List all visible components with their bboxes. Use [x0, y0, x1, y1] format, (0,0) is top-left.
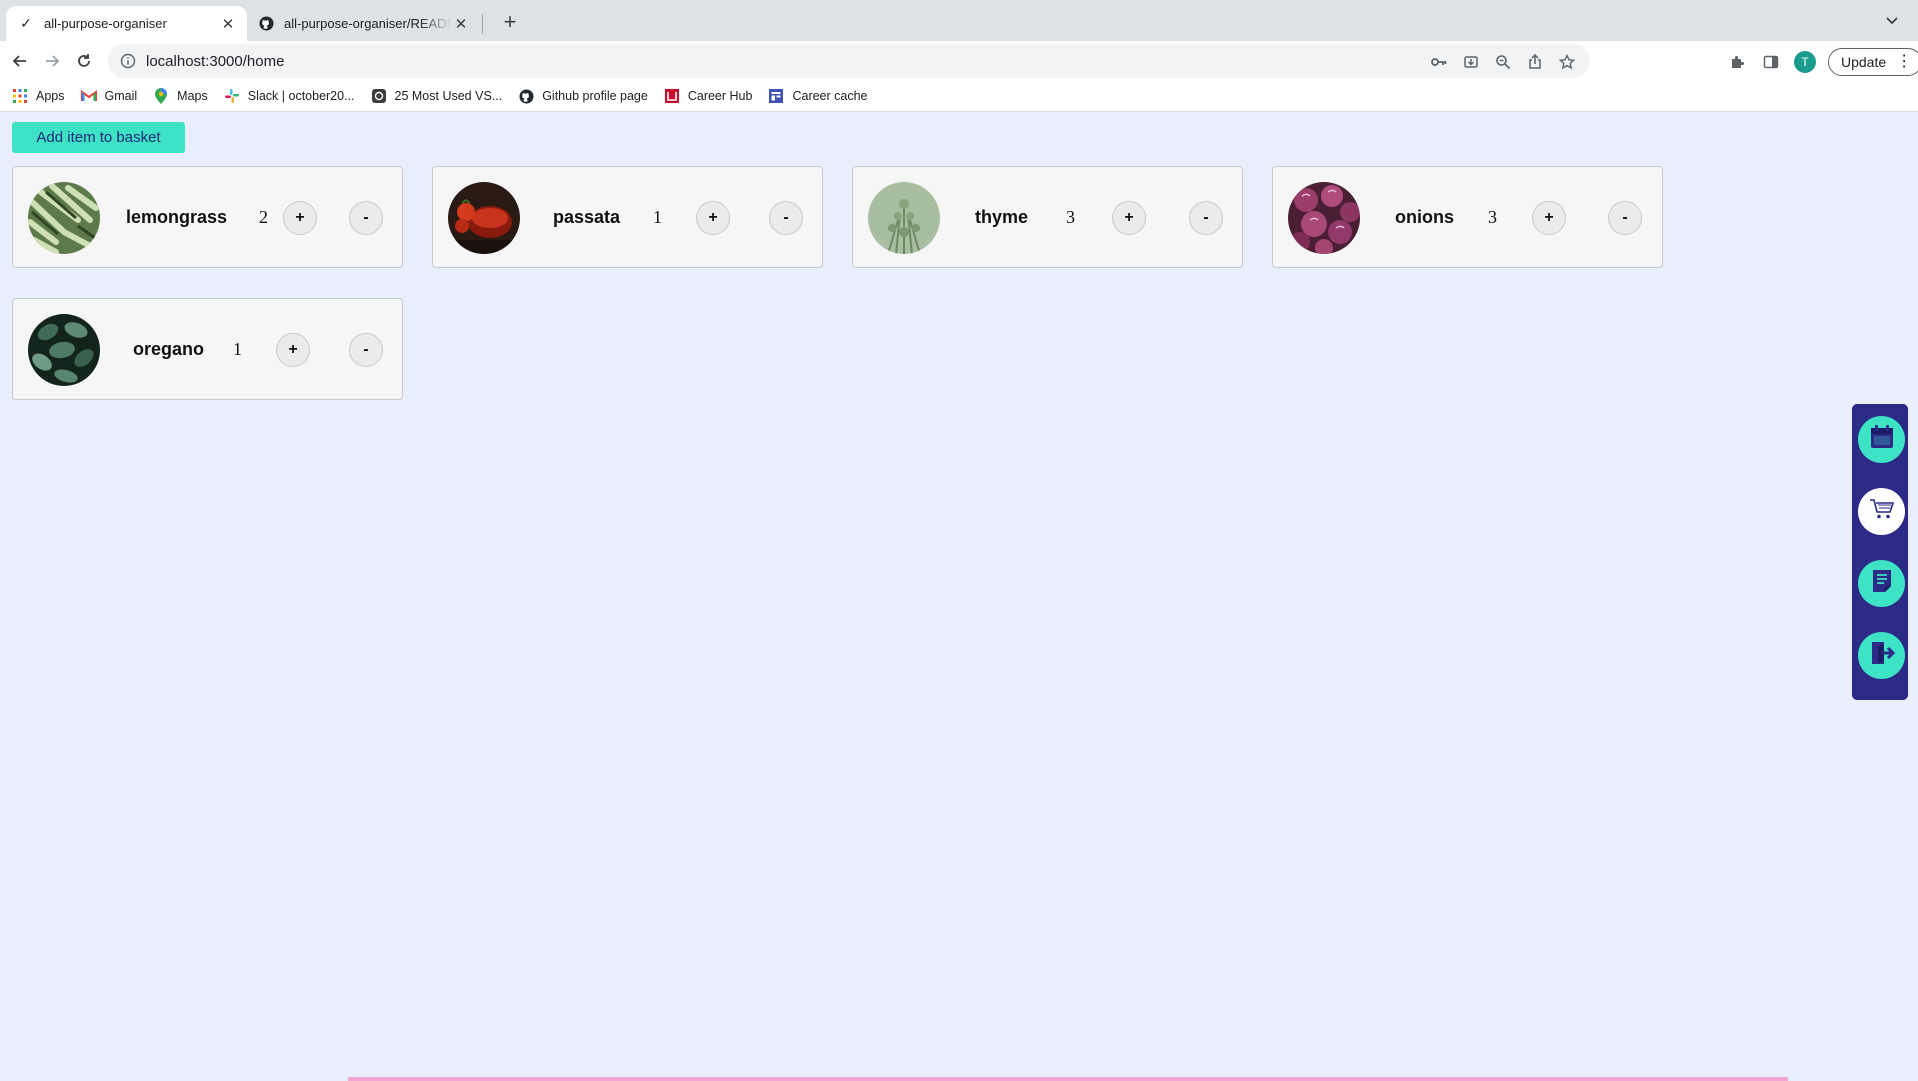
- browser-tab-strip: ✓ all-purpose-organiser ✕ all-purpose-or…: [0, 0, 1918, 41]
- bookmark-gmail[interactable]: Gmail: [80, 88, 138, 104]
- slack-icon: [224, 88, 240, 104]
- item-quantity: 1: [653, 206, 662, 227]
- thyme-photo: [868, 182, 940, 254]
- increase-quantity-button[interactable]: +: [1112, 201, 1146, 235]
- item-name: thyme: [975, 206, 1029, 227]
- tab-title: all-purpose-organiser/README.md: [284, 16, 452, 31]
- bookmark-vs-shortcuts[interactable]: 25 Most Used VS...: [371, 88, 503, 104]
- tab-title: all-purpose-organiser: [44, 16, 167, 31]
- decrease-quantity-button[interactable]: -: [349, 333, 383, 367]
- calendar-nav-button[interactable]: [1858, 416, 1905, 463]
- item-name: lemongrass: [126, 206, 228, 227]
- more-menu-icon[interactable]: ⋮: [1896, 54, 1912, 70]
- career-cache-icon: [768, 88, 784, 104]
- update-label: Update: [1841, 54, 1887, 70]
- url-text: localhost:3000/home: [146, 52, 285, 70]
- apps-grid-icon: [12, 88, 28, 104]
- bookmark-apps[interactable]: Apps: [12, 88, 65, 104]
- back-arrow-icon[interactable]: [5, 46, 35, 76]
- info-icon[interactable]: [120, 53, 136, 69]
- bookmark-label: Gmail: [104, 89, 138, 103]
- item-quantity: 3: [1066, 206, 1075, 227]
- passata-photo: [448, 182, 520, 254]
- calendar-icon: [1869, 424, 1895, 455]
- decrease-quantity-button[interactable]: -: [1189, 201, 1223, 235]
- bookmark-star-icon[interactable]: [1558, 53, 1576, 71]
- basket-item-card: oregano 1 + -: [12, 298, 403, 400]
- forward-arrow-icon[interactable]: [37, 46, 67, 76]
- github-icon: [258, 16, 274, 32]
- bookmark-label: Career Hub: [687, 89, 753, 103]
- item-name: passata: [553, 206, 621, 227]
- item-quantity: 2: [259, 206, 268, 227]
- chevron-down-icon[interactable]: [1882, 10, 1902, 30]
- basket-item-card: thyme 3 + -: [852, 166, 1243, 268]
- lemongrass-photo: [28, 182, 100, 254]
- item-quantity: 3: [1488, 206, 1497, 227]
- increase-quantity-button[interactable]: +: [696, 201, 730, 235]
- browser-toolbar: localhost:3000/home T Update ⋮ Apps Gmai…: [0, 41, 1918, 112]
- check-icon: ✓: [20, 15, 32, 31]
- side-panel-icon[interactable]: [1760, 51, 1782, 73]
- reload-icon[interactable]: [69, 46, 99, 76]
- bookmark-label: Slack | october20...: [247, 89, 355, 103]
- decrease-quantity-button[interactable]: -: [349, 201, 383, 235]
- maps-pin-icon: [153, 88, 169, 104]
- gmail-icon: [80, 88, 97, 104]
- address-bar[interactable]: localhost:3000/home: [108, 44, 1590, 78]
- notes-icon: [1870, 568, 1894, 599]
- item-quantity: 1: [233, 338, 242, 359]
- tab-readme[interactable]: all-purpose-organiser/README.md ✕: [250, 6, 480, 41]
- logout-nav-button[interactable]: [1858, 632, 1905, 679]
- item-name: oregano: [133, 338, 205, 359]
- update-button[interactable]: Update ⋮: [1828, 48, 1918, 76]
- item-name: onions: [1395, 206, 1454, 227]
- page-content: Add item to basket lemongrass 2 + - pass…: [0, 112, 1918, 1081]
- share-icon[interactable]: [1526, 53, 1544, 71]
- basket-item-card: onions 3 + -: [1272, 166, 1663, 268]
- logout-icon: [1869, 640, 1895, 671]
- tab-divider: [482, 14, 483, 34]
- bookmark-github-profile[interactable]: Github profile page: [518, 88, 648, 104]
- extensions-puzzle-icon[interactable]: [1726, 51, 1748, 73]
- career-hub-icon: [664, 88, 680, 104]
- key-icon[interactable]: [1430, 53, 1448, 71]
- basket-nav-button[interactable]: [1858, 488, 1905, 535]
- install-app-icon[interactable]: [1462, 53, 1480, 71]
- bottom-edge-strip: [348, 1077, 1788, 1081]
- basket-item-card: lemongrass 2 + -: [12, 166, 403, 268]
- bookmark-site-icon: [371, 88, 387, 104]
- oregano-photo: [28, 314, 100, 386]
- side-navigation: [1852, 404, 1908, 700]
- bookmark-label: Career cache: [792, 89, 868, 103]
- increase-quantity-button[interactable]: +: [1532, 201, 1566, 235]
- bookmark-label: Github profile page: [542, 89, 648, 103]
- bookmark-career-hub[interactable]: Career Hub: [664, 88, 753, 104]
- new-tab-button[interactable]: +: [496, 8, 524, 36]
- profile-avatar[interactable]: T: [1794, 51, 1816, 73]
- close-tab-icon[interactable]: ✕: [452, 15, 470, 33]
- decrease-quantity-button[interactable]: -: [1608, 201, 1642, 235]
- zoom-icon[interactable]: [1494, 53, 1512, 71]
- bookmark-label: Apps: [36, 89, 65, 103]
- github-icon: [518, 88, 534, 104]
- decrease-quantity-button[interactable]: -: [769, 201, 803, 235]
- bookmark-label: Maps: [177, 89, 208, 103]
- close-tab-icon[interactable]: ✕: [219, 15, 237, 33]
- bookmark-maps[interactable]: Maps: [153, 88, 208, 104]
- bookmark-slack[interactable]: Slack | october20...: [224, 88, 355, 104]
- notes-nav-button[interactable]: [1858, 560, 1905, 607]
- tab-all-purpose-organiser[interactable]: ✓ all-purpose-organiser ✕: [6, 6, 247, 41]
- bookmarks-bar: Apps Gmail Maps Slack | october20... 25 …: [0, 81, 868, 111]
- increase-quantity-button[interactable]: +: [283, 201, 317, 235]
- onions-photo: [1288, 182, 1360, 254]
- add-item-to-basket-button[interactable]: Add item to basket: [12, 122, 185, 153]
- shopping-cart-icon: [1869, 497, 1895, 526]
- bookmark-career-cache[interactable]: Career cache: [768, 88, 868, 104]
- increase-quantity-button[interactable]: +: [276, 333, 310, 367]
- bookmark-label: 25 Most Used VS...: [394, 89, 503, 103]
- basket-item-card: passata 1 + -: [432, 166, 823, 268]
